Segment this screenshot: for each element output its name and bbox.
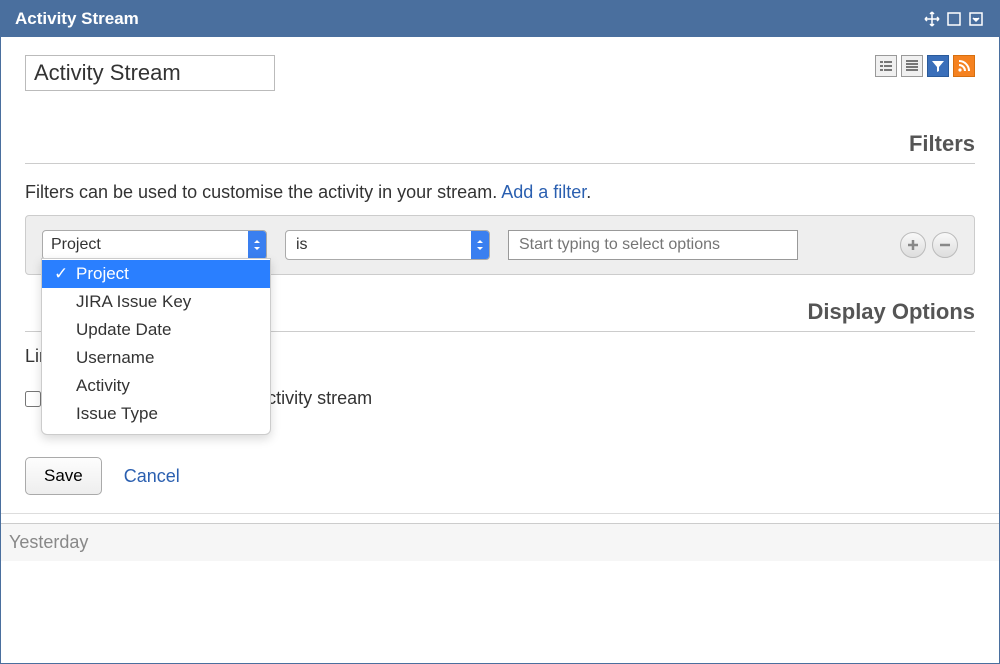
rss-icon[interactable] xyxy=(953,55,975,77)
filter-operator-select[interactable]: is xyxy=(285,230,490,260)
buttons-row: Save Cancel xyxy=(25,457,975,513)
filter-options-input[interactable] xyxy=(508,230,798,260)
filter-row: Project Project JIRA Issue Key Update Da… xyxy=(25,215,975,275)
panel-title: Activity Stream xyxy=(15,9,139,29)
view-toolbar xyxy=(875,55,975,77)
field-select-value: Project xyxy=(51,236,101,254)
filter-field-select[interactable]: Project xyxy=(42,230,267,260)
panel-body: Filters Filters can be used to customise… xyxy=(1,37,999,513)
filter-actions xyxy=(900,232,958,258)
detail-view-icon[interactable] xyxy=(901,55,923,77)
dropdown-option-update-date[interactable]: Update Date xyxy=(42,316,270,344)
filters-helper-text: Filters can be used to customise the act… xyxy=(25,182,975,203)
filter-config-icon[interactable] xyxy=(927,55,949,77)
helper-prefix: Filters can be used to customise the act… xyxy=(25,182,501,202)
history-yesterday-label: Yesterday xyxy=(0,523,1000,561)
dropdown-option-issue-type[interactable]: Issue Type xyxy=(42,400,270,428)
stream-title-input[interactable] xyxy=(25,55,275,91)
chevron-updown-icon xyxy=(248,231,266,259)
maximize-icon[interactable] xyxy=(945,10,963,28)
collapse-icon[interactable] xyxy=(967,10,985,28)
move-icon[interactable] xyxy=(923,10,941,28)
dropdown-option-username[interactable]: Username xyxy=(42,344,270,372)
dropdown-option-jira-issue-key[interactable]: JIRA Issue Key xyxy=(42,288,270,316)
panel-controls xyxy=(923,10,985,28)
filters-heading: Filters xyxy=(25,131,975,164)
operator-select-value: is xyxy=(296,236,308,254)
field-select-wrap: Project Project JIRA Issue Key Update Da… xyxy=(42,230,267,260)
dropdown-option-project[interactable]: Project xyxy=(42,260,270,288)
panel-header: Activity Stream xyxy=(1,1,999,37)
chevron-updown-icon xyxy=(471,231,489,259)
cancel-link[interactable]: Cancel xyxy=(124,466,180,487)
remove-filter-button[interactable] xyxy=(932,232,958,258)
add-filter-link[interactable]: Add a filter xyxy=(501,182,586,202)
helper-suffix: . xyxy=(586,182,591,202)
list-view-icon[interactable] xyxy=(875,55,897,77)
auto-refresh-checkbox[interactable] xyxy=(25,391,41,407)
add-filter-button[interactable] xyxy=(900,232,926,258)
field-dropdown-menu: Project JIRA Issue Key Update Date Usern… xyxy=(41,258,271,435)
title-row xyxy=(25,55,975,91)
activity-stream-panel: Activity Stream xyxy=(0,0,1000,664)
dropdown-option-activity[interactable]: Activity xyxy=(42,372,270,400)
save-button[interactable]: Save xyxy=(25,457,102,495)
separator xyxy=(1,513,999,523)
